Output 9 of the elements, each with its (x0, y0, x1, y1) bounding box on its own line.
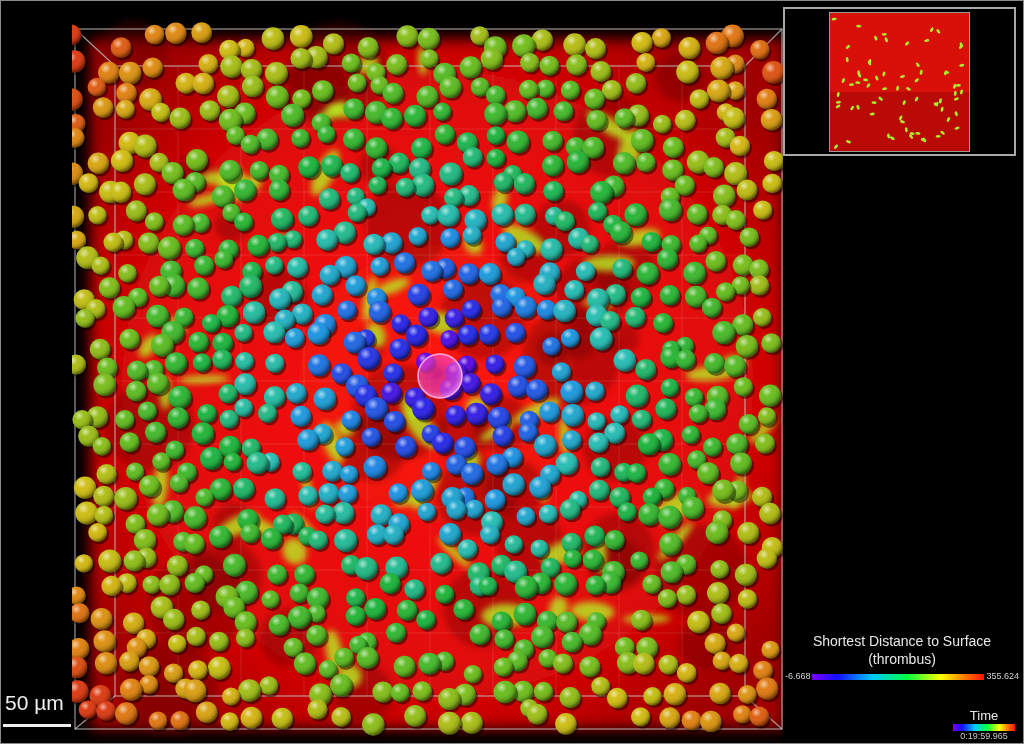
time-color-scale (953, 724, 1015, 731)
scale-bar-line (3, 724, 71, 727)
legend-max-value: 355.624 (986, 671, 1020, 682)
time-legend-title: Time (969, 708, 999, 723)
legend-subtitle: (thrombus) (868, 650, 936, 668)
legend-title: Shortest Distance to Surface (812, 632, 992, 650)
time-value: 0:19:59.965 (960, 731, 1008, 742)
legend-min-value: -6.668 (784, 671, 811, 682)
scale-bar-label: 50 µm (4, 691, 65, 715)
